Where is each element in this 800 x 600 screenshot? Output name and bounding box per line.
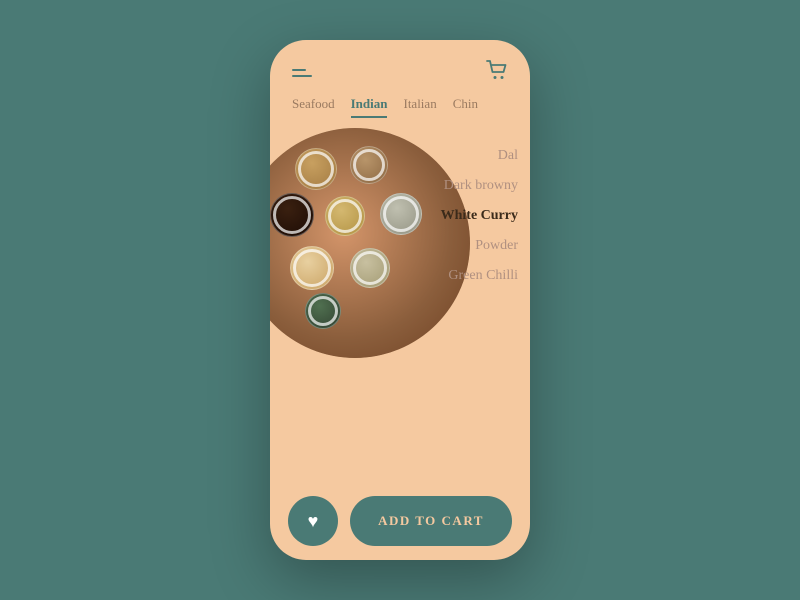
menu-item-powder[interactable]: Powder	[441, 238, 518, 254]
add-to-cart-button[interactable]: ADD TO CART	[350, 496, 512, 546]
bowl-6	[290, 246, 334, 290]
content-area: Dal Dark browny White Curry Powder Green…	[270, 128, 530, 468]
cart-button[interactable]	[486, 60, 508, 86]
menu-item-dal[interactable]: Dal	[441, 148, 518, 164]
header	[270, 40, 530, 96]
bowl-5	[380, 193, 422, 235]
heart-icon: ♥	[308, 511, 319, 532]
menu-item-white-curry[interactable]: White Curry	[441, 208, 518, 224]
menu-item-dark-browny[interactable]: Dark browny	[441, 178, 518, 194]
menu-list: Dal Dark browny White Curry Powder Green…	[441, 148, 518, 284]
favorite-button[interactable]: ♥	[288, 496, 338, 546]
bowl-7	[350, 248, 390, 288]
bowl-3	[270, 193, 314, 237]
tab-indian[interactable]: Indian	[351, 96, 388, 118]
bowl-4	[325, 196, 365, 236]
bowl-1	[295, 148, 337, 190]
menu-item-green-chilli[interactable]: Green Chilli	[441, 268, 518, 284]
tab-chinese[interactable]: Chin	[453, 96, 478, 118]
phone-frame: Seafood Indian Italian Chin Dal Dark bro…	[270, 40, 530, 560]
tab-seafood[interactable]: Seafood	[292, 96, 335, 118]
nav-tabs: Seafood Indian Italian Chin	[270, 96, 530, 118]
bowl-8	[305, 293, 341, 329]
tab-italian[interactable]: Italian	[403, 96, 436, 118]
menu-button[interactable]	[292, 69, 312, 77]
bottom-bar: ♥ ADD TO CART	[270, 482, 530, 560]
bowl-2	[350, 146, 388, 184]
